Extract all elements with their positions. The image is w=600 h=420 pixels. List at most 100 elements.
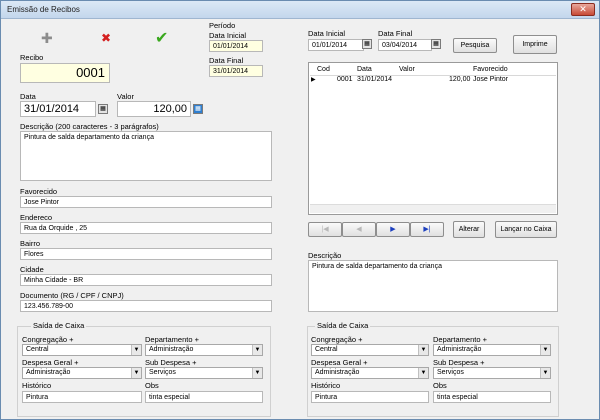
data-field[interactable]: 31/01/2014 (20, 101, 96, 117)
search-inicial-label: Data Inicial (308, 29, 346, 38)
search-inicial-field[interactable]: 01/01/2014 (308, 39, 364, 51)
right-sub-label: Sub Despesa + (433, 358, 485, 367)
chevron-down-icon[interactable]: ▼ (418, 368, 428, 378)
search-final-field[interactable]: 03/04/2014 (378, 39, 432, 51)
plus-icon[interactable]: ✚ (41, 30, 53, 47)
right-historico-label: Histórico (311, 381, 341, 390)
data-calendar-icon[interactable]: ▦ (98, 104, 108, 114)
cidade-label: Cidade (20, 265, 44, 274)
periodo-label: Período (209, 21, 236, 30)
horizontal-scrollbar[interactable] (310, 204, 556, 213)
search-final-label: Data Final (378, 29, 413, 38)
right-congregacao-select[interactable]: Central ▼ (311, 344, 429, 356)
left-obs-label: Obs (145, 381, 159, 390)
left-historico-label: Histórico (22, 381, 52, 390)
left-sub-value: Serviços (149, 369, 176, 376)
chevron-down-icon[interactable]: ▼ (252, 345, 262, 355)
alterar-button[interactable]: Alterar (453, 221, 485, 238)
lancar-caixa-button[interactable]: Lançar no Caixa (495, 221, 557, 238)
bairro-label: Bairro (20, 239, 41, 248)
grid-header-favorecido[interactable]: Favorecido (473, 66, 508, 73)
row-data: 31/01/2014 (357, 76, 393, 83)
left-sub-label: Sub Despesa + (145, 358, 197, 367)
search-inicial-calendar-icon[interactable]: ▦ (362, 39, 372, 49)
receipt-window: Emissão de Recibos ✕ ✚ ✖ ✔ Período Data … (0, 0, 600, 420)
chevron-down-icon[interactable]: ▼ (540, 345, 550, 355)
nav-prior-button[interactable]: ◀ (342, 222, 376, 237)
valor-field[interactable]: 120,00 (117, 101, 191, 117)
descricao2-label: Descrição (308, 251, 342, 260)
search-final-calendar-icon[interactable]: ▦ (431, 39, 441, 49)
chevron-down-icon[interactable]: ▼ (131, 345, 141, 355)
left-despesa-select[interactable]: Administração ▼ (22, 367, 142, 379)
chevron-down-icon[interactable]: ▼ (540, 368, 550, 378)
nav-next-button[interactable]: ▶ (376, 222, 410, 237)
pesquisa-button[interactable]: Pesquisa (453, 38, 497, 53)
grid-header-data[interactable]: Data (357, 66, 372, 73)
chevron-down-icon[interactable]: ▼ (418, 345, 428, 355)
nav-first-button[interactable]: |◀ (308, 222, 342, 237)
saida-right-title: Saída de Caixa (315, 321, 371, 330)
right-departamento-value: Administração (437, 346, 482, 353)
row-valor: 120,00 (449, 76, 471, 83)
title-bar: Emissão de Recibos ✕ (1, 1, 599, 19)
documento-field[interactable]: 123.456.789-00 (20, 300, 272, 312)
left-departamento-select[interactable]: Administração ▼ (145, 344, 263, 356)
nav-last-button[interactable]: ▶| (410, 222, 444, 237)
chevron-down-icon[interactable]: ▼ (252, 368, 262, 378)
right-departamento-select[interactable]: Administração ▼ (433, 344, 551, 356)
recibo-field[interactable]: 0001 (20, 63, 110, 83)
documento-label: Documento (RG / CPF / CNPJ) (20, 291, 124, 300)
right-congregacao-value: Central (315, 346, 338, 353)
x-icon[interactable]: ✖ (101, 31, 111, 45)
periodo-final-field[interactable]: 31/01/2014 (209, 65, 263, 77)
endereco-label: Endereco (20, 213, 53, 222)
right-despesa-label: Despesa Geral + (311, 358, 368, 367)
descricao-textarea[interactable]: Pintura de salda departamento da criança (20, 131, 272, 181)
endereco-field[interactable]: Rua da Orquide , 25 (20, 222, 272, 234)
right-sub-value: Serviços (437, 369, 464, 376)
left-congregacao-value: Central (26, 346, 49, 353)
saida-left-title: Saída de Caixa (31, 321, 87, 330)
left-departamento-label: Departamento + (145, 335, 199, 344)
descricao2-textarea[interactable]: Pintura de salda departamento da criança (308, 260, 558, 312)
right-congregacao-label: Congregação + (311, 335, 363, 344)
right-despesa-select[interactable]: Administração ▼ (311, 367, 429, 379)
descricao-label: Descrição (200 caracteres - 3 parágrafos… (20, 122, 159, 131)
left-sub-select[interactable]: Serviços ▼ (145, 367, 263, 379)
valor-label: Valor (117, 92, 134, 101)
left-congregacao-select[interactable]: Central ▼ (22, 344, 142, 356)
receipts-grid[interactable]: Cod Data Valor Favorecido ▶ 0001 31/01/2… (308, 62, 558, 215)
left-despesa-value: Administração (26, 369, 71, 376)
favorecido-label: Favorecido (20, 187, 58, 196)
recibo-label: Recibo (20, 53, 44, 62)
row-favorecido: Jose Pintor (473, 76, 509, 83)
row-pointer-icon: ▶ (311, 77, 316, 83)
right-departamento-label: Departamento + (433, 335, 487, 344)
window-title: Emissão de Recibos (7, 5, 80, 14)
left-departamento-value: Administração (149, 346, 194, 353)
periodo-inicial-field[interactable]: 01/01/2014 (209, 40, 263, 52)
cidade-field[interactable]: Minha Cidade - BR (20, 274, 272, 286)
check-icon[interactable]: ✔ (155, 28, 168, 48)
right-sub-select[interactable]: Serviços ▼ (433, 367, 551, 379)
close-icon[interactable]: ✕ (571, 3, 595, 16)
left-obs-field[interactable]: tinta especial (145, 391, 263, 403)
right-despesa-value: Administração (315, 369, 360, 376)
favorecido-field[interactable]: Jose Pintor (20, 196, 272, 208)
grid-header-valor[interactable]: Valor (399, 66, 415, 73)
row-cod: 0001 (337, 76, 353, 83)
table-row[interactable]: ▶ 0001 31/01/2014 120,00 Jose Pintor (309, 76, 557, 86)
right-historico-field[interactable]: Pintura (311, 391, 429, 403)
right-obs-label: Obs (433, 381, 447, 390)
chevron-down-icon[interactable]: ▼ (131, 368, 141, 378)
left-congregacao-label: Congregação + (22, 335, 74, 344)
data-label: Data (20, 92, 36, 101)
imprime-button[interactable]: Imprime (513, 35, 557, 54)
right-obs-field[interactable]: tinta especial (433, 391, 551, 403)
bairro-field[interactable]: Flores (20, 248, 272, 260)
calculator-icon[interactable]: ▦ (193, 104, 203, 114)
grid-header-cod[interactable]: Cod (317, 66, 330, 73)
periodo-inicial-label: Data Inicial (209, 31, 247, 40)
left-historico-field[interactable]: Pintura (22, 391, 142, 403)
